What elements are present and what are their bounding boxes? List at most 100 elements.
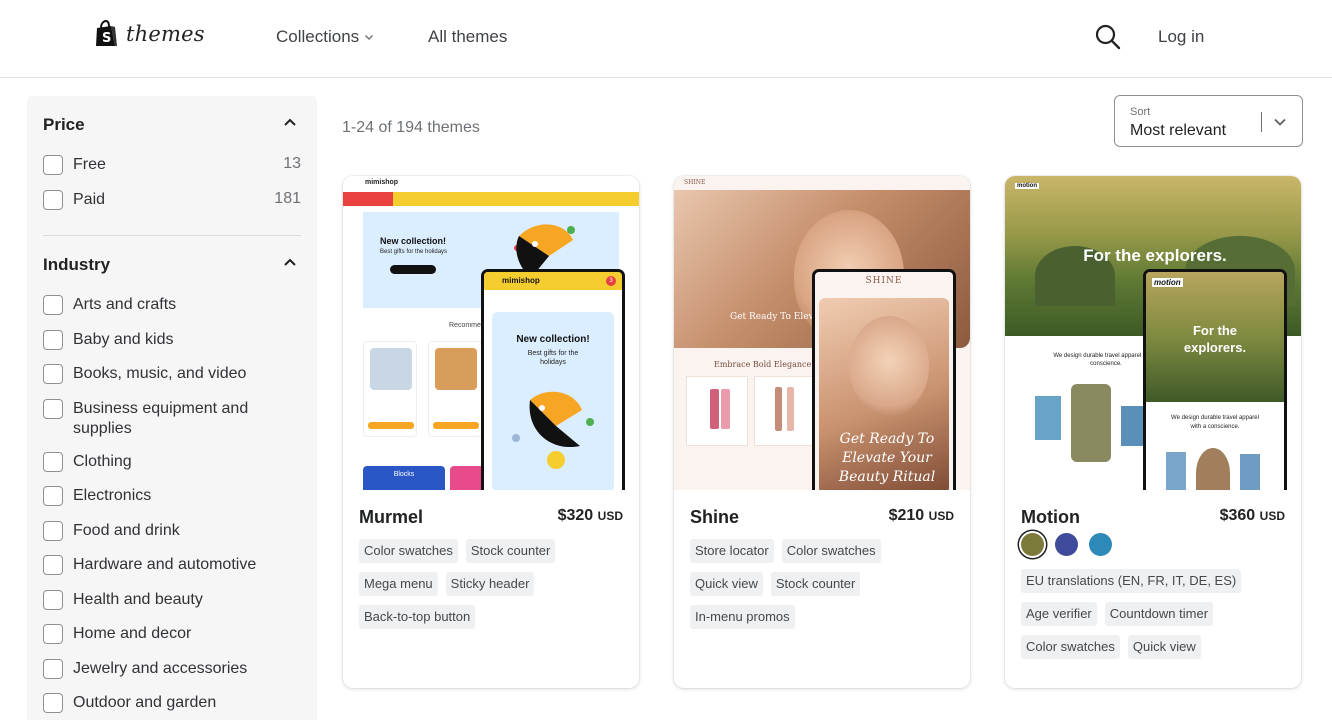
preview-hero-headline: For the explorers. xyxy=(1083,246,1227,265)
checkbox[interactable] xyxy=(43,452,63,472)
checkbox[interactable] xyxy=(43,190,63,210)
filter-option-clothing[interactable]: Clothing xyxy=(43,452,301,472)
checkbox[interactable] xyxy=(43,295,63,315)
price-filter-title[interactable]: Price xyxy=(43,115,85,135)
preview-mobile-brand: SHINE xyxy=(865,276,903,286)
filter-option-baby-and-kids[interactable]: Baby and kids xyxy=(43,330,301,350)
filter-option-paid[interactable]: Paid 181 xyxy=(43,190,301,210)
theme-card-motion[interactable]: motion For the explorers. We design dura… xyxy=(1005,176,1301,688)
preview-hero-subline: Best gifts for the holidays xyxy=(380,249,448,255)
filter-option-hardware-and-automotive[interactable]: Hardware and automotive xyxy=(43,555,301,575)
checkbox[interactable] xyxy=(43,364,63,384)
preview-mobile-headline: Get Ready To Elevate Your Beauty Ritual xyxy=(838,431,936,485)
nav-all-themes[interactable]: All themes xyxy=(428,27,507,47)
price-amount: $320 xyxy=(557,507,594,524)
filter-divider xyxy=(43,235,301,236)
preview-mobile-brand: motion xyxy=(1152,278,1183,287)
feature-tag: Color swatches xyxy=(781,539,881,563)
toucan-illustration xyxy=(512,391,594,469)
preview-model-photo xyxy=(1071,384,1111,462)
preview-mobile-subline: Best gifts for the holidays xyxy=(527,350,579,366)
filter-option-outdoor-and-garden[interactable]: Outdoor and garden xyxy=(43,693,301,713)
feature-tag: Color swatches xyxy=(359,539,458,563)
checkbox[interactable] xyxy=(43,486,63,506)
filter-option-food-and-drink[interactable]: Food and drink xyxy=(43,521,301,541)
chevron-down-icon xyxy=(365,35,374,40)
filter-option-label: Electronics xyxy=(73,487,152,504)
filter-option-home-and-decor[interactable]: Home and decor xyxy=(43,624,301,644)
feature-tag: Color swatches xyxy=(1021,635,1120,659)
preview-mobile-headline: New collection! xyxy=(516,334,590,345)
preview-product-card xyxy=(686,376,748,446)
theme-card-murmel[interactable]: mimishop New collection! Best gifts for … xyxy=(343,176,639,688)
theme-name[interactable]: Murmel xyxy=(359,507,423,528)
preview-mobile-brand: mimishop xyxy=(502,276,540,285)
filter-option-label: Clothing xyxy=(73,453,132,470)
feature-tag: Store locator xyxy=(690,539,774,563)
filter-option-jewelry-and-accessories[interactable]: Jewelry and accessories xyxy=(43,659,301,679)
checkbox[interactable] xyxy=(43,555,63,575)
filter-option-label: Books, music, and video xyxy=(73,365,247,382)
theme-card-shine[interactable]: SHINE Get Ready To Elevate Embrace Bold … xyxy=(674,176,970,688)
sort-select[interactable]: Sort Most relevant xyxy=(1114,95,1303,147)
checkbox[interactable] xyxy=(43,330,63,350)
filter-option-label: Paid xyxy=(73,191,106,208)
filter-option-label: Hardware and automotive xyxy=(73,556,257,573)
login-link[interactable]: Log in xyxy=(1158,27,1204,47)
preview-product-card xyxy=(363,341,417,437)
filter-option-label: Food and drink xyxy=(73,522,180,539)
preview-mobile-body: We design durable travel apparel with a … xyxy=(1171,415,1259,430)
filter-option-arts-and-crafts[interactable]: Arts and crafts xyxy=(43,295,301,315)
nav-collections-label: Collections xyxy=(276,27,360,46)
feature-tags: Color swatches Stock counter Mega menu S… xyxy=(359,539,629,629)
sort-label: Sort xyxy=(1130,106,1151,118)
price-currency: USD xyxy=(597,509,623,523)
filter-option-books-music-video[interactable]: Books, music, and video xyxy=(43,364,301,384)
checkbox[interactable] xyxy=(43,521,63,541)
preview-product-photo xyxy=(1035,396,1061,440)
checkbox[interactable] xyxy=(43,590,63,610)
filter-option-count: 181 xyxy=(274,190,301,207)
site-header: S themes Collections All themes Log in xyxy=(0,0,1332,78)
filter-option-label: Baby and kids xyxy=(73,331,174,348)
theme-preview-image[interactable]: SHINE Get Ready To Elevate Embrace Bold … xyxy=(674,176,970,490)
filter-option-electronics[interactable]: Electronics xyxy=(43,486,301,506)
filter-option-business-equipment[interactable]: Business equipment and supplies xyxy=(43,399,301,439)
shopify-themes-logo[interactable]: S themes xyxy=(94,20,205,48)
chevron-up-icon[interactable] xyxy=(283,255,297,269)
checkbox[interactable] xyxy=(43,155,63,175)
nav-all-themes-label: All themes xyxy=(428,27,508,46)
color-swatch[interactable] xyxy=(1055,533,1078,556)
checkbox[interactable] xyxy=(43,659,63,679)
theme-preview-image[interactable]: motion For the explorers. We design dura… xyxy=(1005,176,1301,490)
filter-option-label: Health and beauty xyxy=(73,591,203,608)
checkbox[interactable] xyxy=(43,693,63,713)
checkbox[interactable] xyxy=(43,624,63,644)
preview-product-card xyxy=(754,376,816,446)
theme-name[interactable]: Motion xyxy=(1021,507,1080,528)
feature-tags: EU translations (EN, FR, IT, DE, ES) Age… xyxy=(1021,569,1291,659)
theme-name[interactable]: Shine xyxy=(690,507,739,528)
filter-option-label: Free xyxy=(73,156,106,173)
chevron-up-icon[interactable] xyxy=(283,115,297,129)
checkbox[interactable] xyxy=(43,399,63,419)
theme-preview-image[interactable]: mimishop New collection! Best gifts for … xyxy=(343,176,639,490)
search-icon[interactable] xyxy=(1094,23,1122,51)
feature-tag: Stock counter xyxy=(465,539,556,563)
filter-option-label: Jewelry and accessories xyxy=(73,660,248,677)
nav-collections[interactable]: Collections xyxy=(276,27,374,47)
results-count: 1-24 of 194 themes xyxy=(342,119,480,136)
color-swatch[interactable] xyxy=(1089,533,1112,556)
preview-mobile-headline: For the explorers. xyxy=(1183,323,1247,355)
preview-blocks-tile: Blocks xyxy=(363,466,445,490)
color-swatch[interactable] xyxy=(1021,533,1044,556)
feature-tag: Countdown timer xyxy=(1104,602,1214,626)
feature-tag: Mega menu xyxy=(359,572,438,596)
filter-option-health-and-beauty[interactable]: Health and beauty xyxy=(43,590,301,610)
filter-option-free[interactable]: Free 13 xyxy=(43,155,301,175)
price-amount: $360 xyxy=(1219,507,1256,524)
feature-tag: Sticky header xyxy=(445,572,535,596)
desktop-preview: motion For the explorers. We design dura… xyxy=(1005,176,1301,490)
industry-filter-title[interactable]: Industry xyxy=(43,255,110,275)
preview-product-photo xyxy=(1166,452,1186,490)
